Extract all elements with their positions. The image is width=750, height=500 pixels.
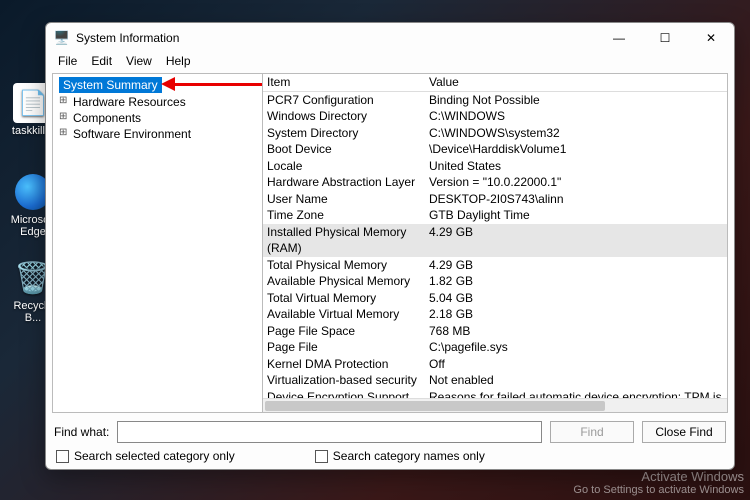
- list-row[interactable]: Available Virtual Memory2.18 GB: [263, 306, 727, 323]
- cell-item: PCR7 Configuration: [267, 92, 429, 109]
- list-row[interactable]: Boot Device\Device\HarddiskVolume1: [263, 141, 727, 158]
- menu-help[interactable]: Help: [160, 53, 197, 71]
- watermark-line2: Go to Settings to activate Windows: [573, 484, 744, 496]
- checkbox-icon: [56, 450, 69, 463]
- list-row[interactable]: Installed Physical Memory (RAM)4.29 GB: [263, 224, 727, 257]
- cell-item: User Name: [267, 191, 429, 208]
- window-title: System Information: [76, 31, 179, 45]
- cell-value: Version = "10.0.22000.1": [429, 174, 723, 191]
- list-row[interactable]: System DirectoryC:\WINDOWS\system32: [263, 125, 727, 142]
- list-header[interactable]: Item Value: [263, 74, 727, 92]
- list-row[interactable]: Available Physical Memory1.82 GB: [263, 273, 727, 290]
- tree-node-components[interactable]: Components: [55, 110, 260, 126]
- details-list: Item Value PCR7 ConfigurationBinding Not…: [263, 74, 727, 412]
- cell-item: Installed Physical Memory (RAM): [267, 224, 429, 257]
- cell-item: System Directory: [267, 125, 429, 142]
- checkbox-icon: [315, 450, 328, 463]
- cell-item: Device Encryption Support: [267, 389, 429, 399]
- list-row[interactable]: PCR7 ConfigurationBinding Not Possible: [263, 92, 727, 109]
- list-row[interactable]: Total Physical Memory4.29 GB: [263, 257, 727, 274]
- cell-value: 1.82 GB: [429, 273, 723, 290]
- checkbox-search-selected-category[interactable]: Search selected category only: [56, 449, 235, 463]
- activate-windows-watermark: Activate Windows Go to Settings to activ…: [573, 469, 744, 496]
- close-button[interactable]: ✕: [688, 23, 734, 53]
- checkbox-label: Search category names only: [333, 449, 485, 463]
- cell-item: Kernel DMA Protection: [267, 356, 429, 373]
- cell-value: Off: [429, 356, 723, 373]
- cell-item: Hardware Abstraction Layer: [267, 174, 429, 191]
- list-row[interactable]: Page File Space768 MB: [263, 323, 727, 340]
- cell-value: DESKTOP-2I0S743\alinn: [429, 191, 723, 208]
- cell-value: Reasons for failed automatic device encr…: [429, 389, 723, 399]
- cell-value: GTB Daylight Time: [429, 207, 723, 224]
- cell-item: Page File Space: [267, 323, 429, 340]
- cell-value: 768 MB: [429, 323, 723, 340]
- cell-item: Boot Device: [267, 141, 429, 158]
- cell-value: C:\WINDOWS\system32: [429, 125, 723, 142]
- cell-value: 4.29 GB: [429, 224, 723, 257]
- checkbox-label: Search selected category only: [74, 449, 235, 463]
- cell-item: Total Virtual Memory: [267, 290, 429, 307]
- content-area: System Summary Hardware Resources Compon…: [52, 73, 728, 413]
- find-input[interactable]: [117, 421, 542, 443]
- list-row[interactable]: Kernel DMA ProtectionOff: [263, 356, 727, 373]
- list-row[interactable]: Device Encryption SupportReasons for fai…: [263, 389, 727, 399]
- scrollbar-thumb[interactable]: [265, 401, 605, 411]
- list-row[interactable]: Page FileC:\pagefile.sys: [263, 339, 727, 356]
- column-header-item[interactable]: Item: [267, 74, 429, 91]
- list-row[interactable]: LocaleUnited States: [263, 158, 727, 175]
- cell-value: 4.29 GB: [429, 257, 723, 274]
- cell-item: Virtualization-based security: [267, 372, 429, 389]
- cell-item: Available Virtual Memory: [267, 306, 429, 323]
- cell-item: Time Zone: [267, 207, 429, 224]
- cell-value: C:\pagefile.sys: [429, 339, 723, 356]
- list-row[interactable]: User NameDESKTOP-2I0S743\alinn: [263, 191, 727, 208]
- menu-file[interactable]: File: [52, 53, 83, 71]
- maximize-button[interactable]: ☐: [642, 23, 688, 53]
- find-button[interactable]: Find: [550, 421, 634, 443]
- cell-value: \Device\HarddiskVolume1: [429, 141, 723, 158]
- find-label: Find what:: [54, 425, 109, 439]
- column-header-value[interactable]: Value: [429, 74, 723, 91]
- cell-item: Page File: [267, 339, 429, 356]
- list-row[interactable]: Windows DirectoryC:\WINDOWS: [263, 108, 727, 125]
- horizontal-scrollbar[interactable]: [263, 398, 727, 412]
- tree-root-system-summary[interactable]: System Summary: [59, 77, 162, 93]
- menu-edit[interactable]: Edit: [85, 53, 118, 71]
- close-find-button[interactable]: Close Find: [642, 421, 726, 443]
- checkbox-search-category-names[interactable]: Search category names only: [315, 449, 485, 463]
- cell-value: Binding Not Possible: [429, 92, 723, 109]
- cell-value: United States: [429, 158, 723, 175]
- tree-node-software-environment[interactable]: Software Environment: [55, 126, 260, 142]
- app-icon: 🖥️: [54, 30, 70, 46]
- cell-value: C:\WINDOWS: [429, 108, 723, 125]
- list-row[interactable]: Total Virtual Memory5.04 GB: [263, 290, 727, 307]
- list-row[interactable]: Hardware Abstraction LayerVersion = "10.…: [263, 174, 727, 191]
- titlebar[interactable]: 🖥️ System Information — ☐ ✕: [46, 23, 734, 53]
- list-body[interactable]: PCR7 ConfigurationBinding Not PossibleWi…: [263, 92, 727, 399]
- cell-item: Windows Directory: [267, 108, 429, 125]
- cell-value: 2.18 GB: [429, 306, 723, 323]
- list-row[interactable]: Virtualization-based securityNot enabled: [263, 372, 727, 389]
- cell-item: Available Physical Memory: [267, 273, 429, 290]
- menu-view[interactable]: View: [120, 53, 158, 71]
- minimize-button[interactable]: —: [596, 23, 642, 53]
- cell-item: Total Physical Memory: [267, 257, 429, 274]
- watermark-line1: Activate Windows: [573, 469, 744, 484]
- tree-node-hardware-resources[interactable]: Hardware Resources: [55, 94, 260, 110]
- cell-item: Locale: [267, 158, 429, 175]
- navigation-tree[interactable]: System Summary Hardware Resources Compon…: [53, 74, 263, 412]
- cell-value: 5.04 GB: [429, 290, 723, 307]
- menubar: File Edit View Help: [46, 53, 734, 73]
- list-row[interactable]: Time ZoneGTB Daylight Time: [263, 207, 727, 224]
- find-bar: Find what: Find Close Find Search select…: [46, 413, 734, 469]
- system-information-window: 🖥️ System Information — ☐ ✕ File Edit Vi…: [45, 22, 735, 470]
- cell-value: Not enabled: [429, 372, 723, 389]
